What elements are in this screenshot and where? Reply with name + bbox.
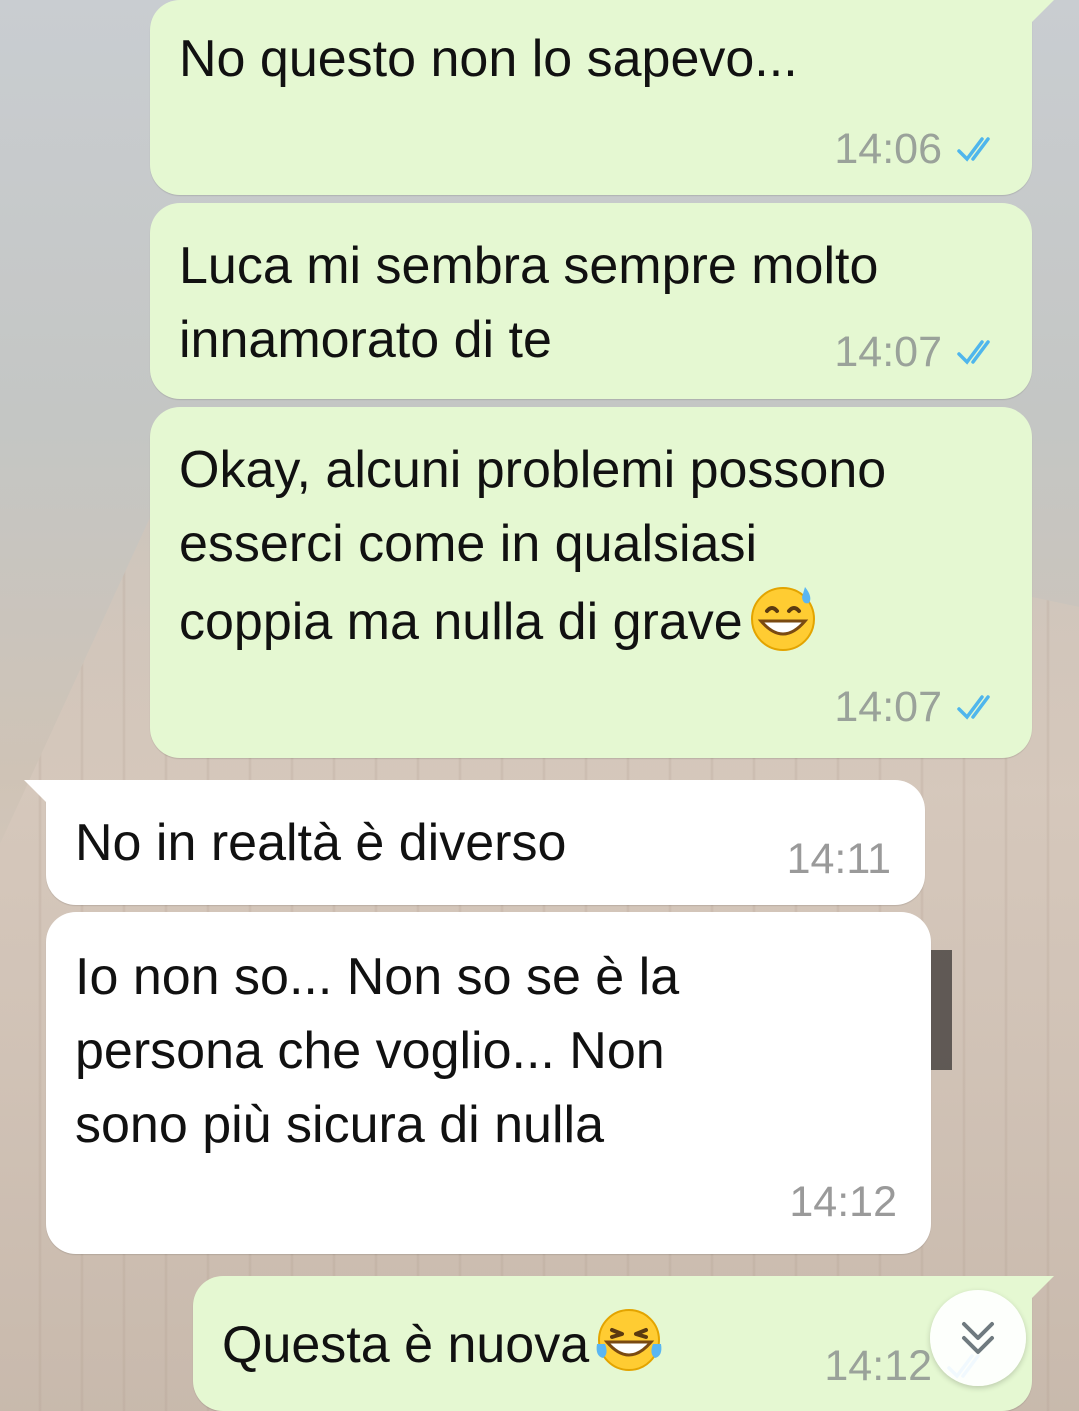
- message-time: 14:07: [834, 328, 942, 376]
- message-incoming[interactable]: No in realtà è diverso 14:11: [24, 780, 925, 905]
- message-text: Questa è nuova: [222, 1304, 665, 1382]
- bubble-tail: [24, 780, 50, 806]
- message-time: 14:07: [834, 683, 942, 731]
- message-outgoing[interactable]: No questo non lo sapevo... 14:06: [150, 0, 1054, 195]
- message-outgoing[interactable]: Questa è nuova 14:12: [193, 1276, 1054, 1411]
- message-meta: 14:07: [834, 682, 1002, 732]
- face-with-tears-of-joy-icon: [596, 1309, 662, 1371]
- message-meta: 14:12: [789, 1177, 897, 1227]
- message-incoming[interactable]: Io non so... Non so se è la persona che …: [46, 912, 931, 1254]
- bubble-tail: [1028, 1276, 1054, 1302]
- double-check-icon: [957, 340, 990, 365]
- message-meta: 14:06: [834, 124, 1002, 174]
- message-text: Okay, alcuni problemi possono esserci co…: [179, 433, 886, 659]
- message-text: Luca mi sembra sempre molto innamorato d…: [179, 237, 879, 369]
- bubble-tail: [1028, 0, 1054, 26]
- message-time: 14:06: [834, 125, 942, 173]
- double-chevron-down-icon: [962, 1322, 994, 1354]
- message-outgoing[interactable]: Okay, alcuni problemi possono esserci co…: [150, 407, 1032, 758]
- message-meta: 14:11: [787, 834, 891, 884]
- message-time: 14:11: [786, 835, 891, 883]
- message-text-content: Questa è nuova: [222, 1316, 590, 1374]
- message-outgoing[interactable]: Luca mi sembra sempre molto innamorato d…: [150, 203, 1032, 399]
- message-text: No in realtà è diverso: [75, 814, 567, 872]
- wallpaper-window: [930, 950, 952, 1070]
- scroll-to-bottom-button[interactable]: [930, 1290, 1026, 1386]
- message-time: 14:12: [824, 1342, 932, 1390]
- message-meta: 14:07: [834, 327, 1002, 377]
- double-check-icon: [957, 695, 990, 720]
- message-time: 14:12: [789, 1178, 897, 1226]
- grinning-face-with-sweat-icon: [750, 587, 815, 651]
- double-check-icon: [957, 137, 990, 162]
- message-text: No questo non lo sapevo...: [179, 30, 798, 88]
- message-text: Io non so... Non so se è la persona che …: [75, 948, 680, 1154]
